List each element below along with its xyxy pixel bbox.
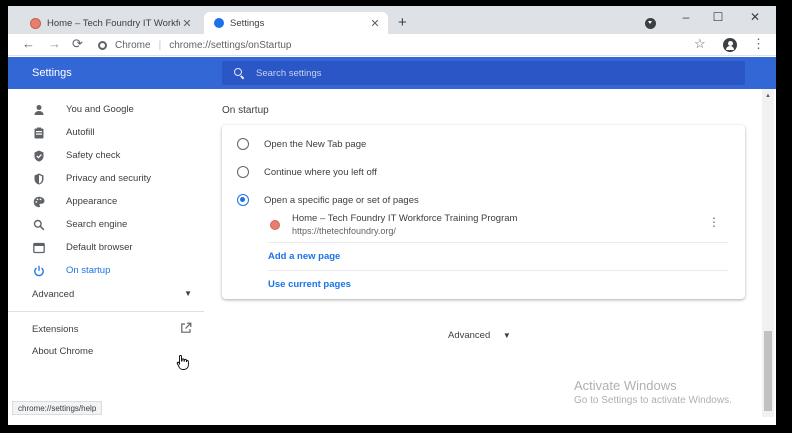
tab-title: Settings <box>230 17 265 29</box>
back-button[interactable]: ← <box>22 36 35 51</box>
search-box[interactable] <box>222 61 745 85</box>
shield-icon <box>33 150 45 162</box>
search-input[interactable] <box>256 67 656 79</box>
scroll-up-icon[interactable]: ▲ <box>765 93 771 99</box>
sidebar-item-label: You and Google <box>66 104 134 115</box>
radio-button[interactable] <box>237 138 249 150</box>
settings-header: Settings <box>8 57 776 89</box>
startup-page-url: https://thetechfoundry.org/ <box>292 226 396 236</box>
tech-foundry-favicon <box>270 220 280 230</box>
sidebar-divider <box>8 311 204 312</box>
bookmark-star-icon[interactable]: ☆ <box>694 36 706 52</box>
browser-menu-icon[interactable]: ⋮ <box>752 36 765 52</box>
open-in-new-icon <box>180 322 192 337</box>
palette-icon <box>33 196 45 208</box>
tab-settings[interactable]: Settings ✕ <box>204 12 388 34</box>
shield-lock-icon <box>33 173 45 185</box>
startup-page-title: Home – Tech Foundry IT Workforce Trainin… <box>292 213 518 224</box>
advanced-toggle[interactable]: Advanced ▼ <box>448 330 511 341</box>
chevron-down-icon: ▼ <box>184 289 192 298</box>
sidebar-item-privacy-and-security[interactable]: Privacy and security <box>8 167 204 190</box>
option-label: Open a specific page or set of pages <box>264 194 419 206</box>
person-icon <box>33 104 45 116</box>
status-bar-url: chrome://settings/help <box>12 401 103 415</box>
sidebar-item-label: On startup <box>66 265 111 276</box>
sidebar-advanced-toggle[interactable]: Advanced ▼ <box>32 289 192 300</box>
watermark-title: Activate Windows <box>574 378 677 393</box>
settings-title: Settings <box>32 67 72 79</box>
activate-windows-watermark: Activate Windows Go to Settings to activ… <box>574 378 732 406</box>
sidebar-item-on-startup[interactable]: On startup <box>8 259 204 282</box>
radio-button[interactable] <box>237 166 249 178</box>
add-new-page-button[interactable]: Add a new page <box>268 251 340 262</box>
sidebar-item-label: Safety check <box>66 150 121 161</box>
browser-toolbar: ← → ⟳ Chrome | chrome://settings/onStart… <box>8 34 776 56</box>
window-close-button[interactable]: ✕ <box>745 10 765 24</box>
settings-sidebar: You and Google Autofill Safety check Pri… <box>8 89 208 425</box>
sidebar-advanced-label: Advanced <box>32 289 75 300</box>
browser-window: Home – Tech Foundry IT Workfo ✕ Settings… <box>8 6 776 425</box>
maximize-button[interactable]: ☐ <box>708 10 728 24</box>
search-icon <box>234 68 244 78</box>
omnibox-url: chrome://settings/onStartup <box>169 39 292 51</box>
address-bar[interactable]: Chrome | chrome://settings/onStartup <box>98 36 291 54</box>
close-tab-icon[interactable]: ✕ <box>368 17 382 30</box>
option-label: Continue where you left off <box>264 166 377 178</box>
radio-button-selected[interactable] <box>237 194 249 206</box>
advanced-label: Advanced <box>448 330 491 341</box>
search-icon <box>33 219 45 231</box>
section-title-on-startup: On startup <box>222 105 269 116</box>
divider <box>268 270 728 271</box>
chevron-down-icon: ▼ <box>502 331 511 340</box>
divider <box>268 242 728 243</box>
clipboard-icon <box>33 127 45 139</box>
gear-icon <box>214 18 224 28</box>
sidebar-item-label: Autofill <box>66 127 95 138</box>
tab-strip: Home – Tech Foundry IT Workfo ✕ Settings… <box>8 6 776 34</box>
tech-foundry-favicon <box>30 17 41 29</box>
forward-button[interactable]: → <box>48 36 61 51</box>
omnibox-origin: Chrome <box>115 39 151 51</box>
sidebar-item-you-and-google[interactable]: You and Google <box>8 98 204 121</box>
sidebar-item-extensions[interactable]: Extensions <box>32 322 192 337</box>
tab-search-icon[interactable] <box>645 18 656 29</box>
option-new-tab-page[interactable]: Open the New Tab page <box>222 131 745 157</box>
scrollbar[interactable]: ▲ <box>762 89 774 417</box>
chrome-page-icon <box>98 40 107 50</box>
scrollbar-thumb[interactable] <box>764 331 772 411</box>
sidebar-item-label: Extensions <box>32 324 79 335</box>
profile-avatar[interactable] <box>723 38 737 52</box>
close-tab-icon[interactable]: ✕ <box>180 17 194 30</box>
startup-page-entry: Home – Tech Foundry IT Workforce Trainin… <box>268 210 728 240</box>
option-continue-where-left-off[interactable]: Continue where you left off <box>222 159 745 185</box>
tab-title: Home – Tech Foundry IT Workfo <box>47 17 180 29</box>
option-label: Open the New Tab page <box>264 138 367 150</box>
sidebar-item-label: Search engine <box>66 219 128 230</box>
watermark-subtitle: Go to Settings to activate Windows. <box>574 395 732 406</box>
new-tab-button[interactable]: + <box>398 14 407 31</box>
sidebar-item-autofill[interactable]: Autofill <box>8 121 204 144</box>
sidebar-item-label: Appearance <box>66 196 118 207</box>
power-icon <box>33 265 45 277</box>
sidebar-item-label: Default browser <box>66 242 133 253</box>
more-actions-icon[interactable]: ⋮ <box>708 215 720 229</box>
sidebar-item-appearance[interactable]: Appearance <box>8 190 204 213</box>
sidebar-item-safety-check[interactable]: Safety check <box>8 144 204 167</box>
sidebar-item-label: Privacy and security <box>66 173 152 184</box>
minimize-button[interactable]: – <box>676 10 696 24</box>
startup-options-card: Open the New Tab page Continue where you… <box>222 125 745 299</box>
omnibox-separator: | <box>158 39 162 51</box>
browser-icon <box>33 242 45 254</box>
use-current-pages-button[interactable]: Use current pages <box>268 279 351 290</box>
tab-home[interactable]: Home – Tech Foundry IT Workfo ✕ <box>20 12 200 34</box>
sidebar-item-search-engine[interactable]: Search engine <box>8 213 204 236</box>
sidebar-item-default-browser[interactable]: Default browser <box>8 236 204 259</box>
hand-cursor-icon <box>176 354 190 373</box>
sidebar-item-about-chrome[interactable]: About Chrome <box>32 346 93 357</box>
reload-button[interactable]: ⟳ <box>72 36 83 52</box>
